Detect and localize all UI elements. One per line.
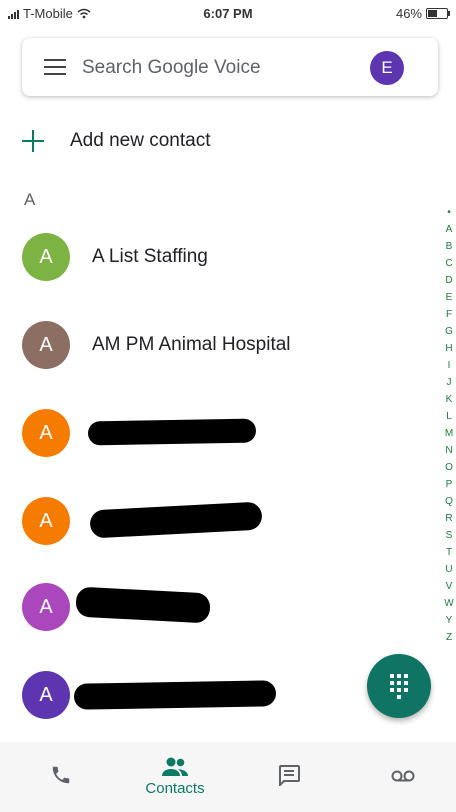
alphabet-index-letter[interactable]: G <box>445 323 453 340</box>
alphabet-index[interactable]: • A B C D E F G H I J K L M N O P Q R S T U V W Y Z <box>440 204 456 646</box>
alphabet-index-letter[interactable]: T <box>446 544 452 561</box>
redaction-mark <box>87 418 257 446</box>
account-avatar[interactable]: E <box>370 51 404 85</box>
voicemail-icon <box>391 770 415 782</box>
alphabet-index-letter[interactable]: M <box>445 425 453 442</box>
alphabet-index-letter[interactable]: H <box>445 340 452 357</box>
message-icon <box>279 765 300 786</box>
nav-calls[interactable] <box>4 742 118 812</box>
alphabet-index-letter[interactable]: N <box>445 442 452 459</box>
add-contact-label: Add new contact <box>70 130 211 151</box>
battery-icon <box>426 8 450 19</box>
alphabet-index-letter[interactable]: K <box>446 391 453 408</box>
alphabet-index-letter[interactable]: R <box>445 510 452 527</box>
contact-avatar: A <box>22 583 70 631</box>
contact-name: A List Staffing <box>92 246 208 267</box>
status-bar: T-Mobile 6:07 PM 46% <box>0 0 456 30</box>
contact-row[interactable]: A AM PM Animal Hospital <box>22 320 291 370</box>
hamburger-menu-icon[interactable] <box>44 59 66 75</box>
bottom-navigation: Contacts <box>0 742 456 812</box>
contact-avatar: A <box>22 233 70 281</box>
search-input[interactable]: Search Google Voice <box>82 57 261 79</box>
alphabet-index-letter[interactable]: A <box>446 221 453 238</box>
redaction-mark <box>75 586 211 624</box>
alphabet-index-letter[interactable]: W <box>444 595 453 612</box>
plus-icon <box>22 130 44 152</box>
nav-messages[interactable] <box>232 742 346 812</box>
dialpad-button[interactable] <box>367 654 431 718</box>
alphabet-index-letter[interactable]: U <box>445 561 452 578</box>
nav-voicemail[interactable] <box>346 742 456 812</box>
nav-contacts-label: Contacts <box>145 780 205 797</box>
battery-group: 46% <box>395 6 450 21</box>
alphabet-index-letter[interactable]: V <box>446 578 453 595</box>
dialpad-icon <box>390 673 408 699</box>
alphabet-index-letter[interactable]: C <box>445 255 452 272</box>
phone-icon <box>52 766 70 784</box>
section-header: A <box>24 190 36 209</box>
alphabet-index-letter[interactable]: O <box>445 459 453 476</box>
contact-row[interactable]: A <box>22 670 70 720</box>
contact-row[interactable]: A <box>22 408 70 458</box>
redaction-mark <box>89 501 263 539</box>
people-icon <box>162 757 188 776</box>
battery-percent: 46% <box>395 6 422 21</box>
alphabet-index-letter[interactable]: E <box>446 289 453 306</box>
add-contact-button[interactable]: Add new contact <box>22 124 210 158</box>
alphabet-index-letter[interactable]: Y <box>446 612 453 629</box>
alphabet-index-letter[interactable]: J <box>447 374 452 391</box>
contact-row[interactable]: A A List Staffing <box>22 232 208 282</box>
search-bar[interactable]: Search Google Voice E <box>22 38 438 96</box>
redaction-mark <box>73 680 277 710</box>
contact-row[interactable]: A <box>22 582 70 632</box>
alphabet-index-letter[interactable]: I <box>448 357 451 374</box>
alphabet-index-letter[interactable]: • <box>447 204 451 221</box>
nav-contacts[interactable]: Contacts <box>118 742 232 812</box>
contact-name: AM PM Animal Hospital <box>92 334 291 355</box>
contact-avatar: A <box>22 497 70 545</box>
alphabet-index-letter[interactable]: S <box>446 527 453 544</box>
alphabet-index-letter[interactable]: Z <box>446 629 452 646</box>
alphabet-index-letter[interactable]: Q <box>445 493 453 510</box>
alphabet-index-letter[interactable]: P <box>446 476 453 493</box>
alphabet-index-letter[interactable]: L <box>446 408 452 425</box>
contact-avatar: A <box>22 409 70 457</box>
contact-row[interactable]: A <box>22 496 70 546</box>
contact-avatar: A <box>22 321 70 369</box>
alphabet-index-letter[interactable]: D <box>445 272 452 289</box>
alphabet-index-letter[interactable]: B <box>446 238 453 255</box>
contact-avatar: A <box>22 671 70 719</box>
status-time: 6:07 PM <box>203 6 253 21</box>
alphabet-index-letter[interactable]: F <box>446 306 452 323</box>
